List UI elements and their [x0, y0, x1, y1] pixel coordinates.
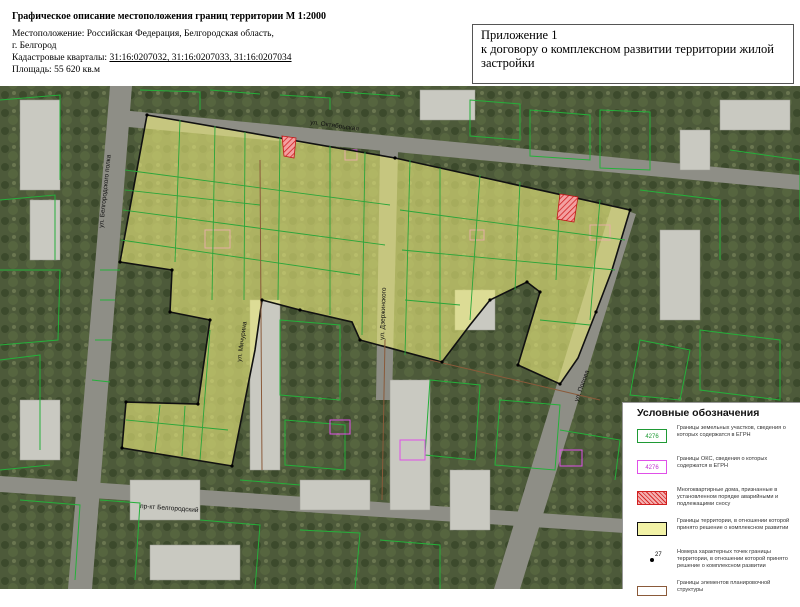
- map-title: Графическое описание местоположения гран…: [12, 11, 327, 22]
- header: Графическое описание местоположения гран…: [0, 0, 800, 88]
- location-city: г. Белгород: [12, 41, 57, 51]
- parcel-swatch: 4276: [637, 429, 667, 443]
- quarters-value: 31:16:0207032, 31:16:0207033, 31:16:0207…: [109, 53, 292, 63]
- area-label: Площадь:: [12, 65, 52, 75]
- legend-item-oks: 4276 Границы ОКС, сведения о которых сод…: [629, 456, 794, 483]
- quarters-line: Кадастровые кварталы: 31:16:0207032, 31:…: [12, 53, 292, 63]
- legend-item-parcels: 4276 Границы земельных участков, сведени…: [629, 425, 794, 452]
- emergency-swatch: [637, 491, 667, 505]
- annex-line-3: застройки: [481, 56, 535, 70]
- annex-line-2: к договору о комплексном развитии террит…: [481, 42, 774, 56]
- legend-item-points: 27 Номера характерных точек границы терр…: [629, 549, 794, 576]
- annex-line-1: Приложение 1: [481, 28, 558, 42]
- legend-text-planning: Границы элементов планировочной структур…: [677, 580, 771, 593]
- legend-text-emergency: Многоквартирные дома, признанные в устан…: [677, 487, 779, 507]
- legend-text-oks: Границы ОКС, сведения о которых содержат…: [677, 456, 768, 469]
- location-line: Местоположение: Российская Федерация, Бе…: [12, 29, 274, 39]
- location-label: Местоположение:: [12, 29, 85, 39]
- point-dot-icon: [650, 558, 654, 562]
- point-number: 27: [655, 552, 662, 558]
- annex-box: Приложение 1 к договору о комплексном ра…: [472, 24, 794, 84]
- area-value: 55 620 кв.м: [54, 65, 101, 75]
- legend-item-planning: Границы элементов планировочной структур…: [629, 580, 794, 607]
- legend-text-parcels: Границы земельных участков, сведения о к…: [677, 425, 786, 438]
- oks-swatch: 4276: [637, 460, 667, 474]
- territory-swatch: [637, 522, 667, 536]
- point-swatch: 27: [637, 552, 667, 567]
- legend-item-emergency: Многоквартирные дома, признанные в устан…: [629, 487, 794, 514]
- area-line: Площадь: 55 620 кв.м: [12, 65, 100, 75]
- legend: Условные обозначения 4276 Границы земель…: [622, 402, 800, 596]
- legend-text-territory: Границы территории, в отношении которой …: [677, 518, 790, 531]
- legend-text-points: Номера характерных точек границы террито…: [677, 549, 788, 569]
- quarters-label: Кадастровые кварталы:: [12, 53, 108, 63]
- location-value: Российская Федерация, Белгородская облас…: [86, 29, 274, 39]
- legend-item-territory: Границы территории, в отношении которой …: [629, 518, 794, 545]
- planning-swatch: [637, 586, 667, 596]
- legend-title: Условные обозначения: [637, 407, 760, 419]
